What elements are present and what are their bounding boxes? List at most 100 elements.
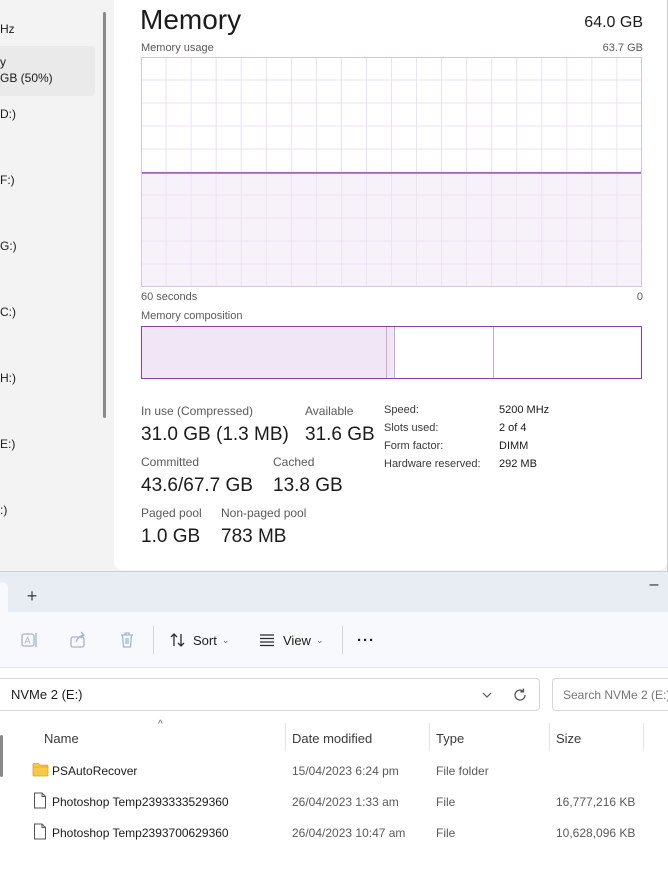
file-name: Photoshop Temp2393333529360 xyxy=(52,795,229,809)
form-factor-label: Form factor: xyxy=(384,440,444,452)
committed-value: 43.6/67.7 GB xyxy=(141,475,253,496)
task-manager-window: Hz y GB (50%) D:) F:) G:) C:) H:) E:) :)… xyxy=(0,0,668,572)
memory-usage-max: 63.7 GB xyxy=(602,42,643,54)
file-type: File xyxy=(436,826,456,840)
sidebar-item-label: G:) xyxy=(0,239,17,253)
paged-pool-value: 1.0 GB xyxy=(141,526,201,547)
composition-in-use xyxy=(142,327,387,378)
minimize-button[interactable]: – xyxy=(644,577,664,594)
sidebar-item-disk-e[interactable]: E:) xyxy=(0,437,95,451)
hardware-reserved-label: Hardware reserved: xyxy=(384,458,481,470)
tab-current[interactable] xyxy=(0,582,8,612)
sidebar-item-disk-g[interactable]: G:) xyxy=(0,239,95,253)
memory-usage-fill xyxy=(141,172,642,287)
address-bar[interactable]: NVMe 2 (E:) xyxy=(0,678,540,711)
more-options-button[interactable]: ··· xyxy=(357,630,375,650)
sidebar-item-label: H:) xyxy=(0,371,16,385)
axis-left-label: 60 seconds xyxy=(141,291,198,303)
sidebar-item-sublabel: GB (50%) xyxy=(0,71,53,85)
memory-usage-graph xyxy=(141,57,642,287)
sort-button[interactable]: Sort ⌄ xyxy=(169,630,229,650)
toolbar-separator xyxy=(153,626,154,654)
file-name: Photoshop Temp2393700629360 xyxy=(52,826,229,840)
nonpaged-pool-value: 783 MB xyxy=(221,526,287,547)
search-input[interactable] xyxy=(552,678,668,711)
performance-sidebar: Hz y GB (50%) D:) F:) G:) C:) H:) E:) :) xyxy=(0,0,100,570)
sidebar-item-disk-other[interactable]: :) xyxy=(0,503,95,517)
sidebar-item-disk-c[interactable]: C:) xyxy=(0,305,95,319)
cached-value: 13.8 GB xyxy=(273,475,343,496)
file-date: 15/04/2023 6:24 pm xyxy=(292,764,399,778)
file-name: PSAutoRecover xyxy=(52,764,138,778)
column-divider[interactable] xyxy=(429,723,430,751)
sidebar-item-disk-h[interactable]: H:) xyxy=(0,371,95,385)
address-text: NVMe 2 (E:) xyxy=(11,687,83,702)
in-use-label: In use (Compressed) xyxy=(141,404,254,418)
sidebar-item-label: :) xyxy=(0,503,8,517)
column-divider[interactable] xyxy=(285,723,286,751)
column-header-size[interactable]: Size xyxy=(556,731,581,746)
in-use-value: 31.0 GB (1.3 MB) xyxy=(141,424,289,445)
sidebar-scrollbar[interactable] xyxy=(103,12,106,418)
file-size: 16,777,216 KB xyxy=(556,795,636,809)
sort-icon xyxy=(170,633,185,647)
memory-usage-label: Memory usage xyxy=(141,42,214,54)
sidebar-item-cpu[interactable]: Hz xyxy=(0,22,95,36)
file-icon xyxy=(34,792,46,809)
view-button[interactable]: View ⌄ xyxy=(258,630,324,650)
sidebar-item-label: F:) xyxy=(0,173,15,187)
sidebar-item-label: D:) xyxy=(0,107,16,121)
memory-composition-label: Memory composition xyxy=(141,310,243,322)
hardware-reserved-value: 292 MB xyxy=(499,458,537,470)
column-header-type[interactable]: Type xyxy=(436,731,464,746)
sidebar-item-label: C:) xyxy=(0,305,16,319)
sidebar-item-disk-d[interactable]: D:) xyxy=(0,107,95,121)
nav-pane-scrollbar[interactable] xyxy=(0,735,3,777)
delete-icon[interactable] xyxy=(117,630,137,650)
chevron-down-icon: ⌄ xyxy=(315,634,324,645)
refresh-icon[interactable] xyxy=(512,687,528,703)
chevron-down-icon[interactable] xyxy=(481,689,493,701)
toolbar-separator xyxy=(342,626,343,654)
sidebar-item-memory[interactable]: y GB (50%) xyxy=(0,46,95,96)
memory-panel: Memory 64.0 GB Memory usage 63.7 GB 60 s… xyxy=(114,0,667,570)
file-icon xyxy=(34,823,46,840)
table-row[interactable]: Photoshop Temp2393333529360 26/04/2023 1… xyxy=(24,788,668,816)
available-label: Available xyxy=(305,404,354,418)
column-divider[interactable] xyxy=(549,723,550,751)
file-size: 10,628,096 KB xyxy=(556,826,636,840)
file-type: File folder xyxy=(436,764,489,778)
chevron-down-icon: ⌄ xyxy=(221,634,230,645)
axis-right-label: 0 xyxy=(636,291,643,303)
column-header-date[interactable]: Date modified xyxy=(292,731,372,746)
slots-value: 2 of 4 xyxy=(499,422,527,434)
file-date: 26/04/2023 1:33 am xyxy=(292,795,399,809)
composition-standby xyxy=(394,327,494,378)
new-tab-button[interactable]: + xyxy=(22,586,42,606)
command-bar: A Sort ⌄ View ⌄ ··· xyxy=(0,612,668,668)
committed-label: Committed xyxy=(141,455,200,469)
nonpaged-pool-label: Non-paged pool xyxy=(221,506,307,520)
table-row[interactable]: PSAutoRecover 15/04/2023 6:24 pm File fo… xyxy=(24,757,668,785)
sort-label: Sort xyxy=(193,632,217,648)
sidebar-item-label: Hz xyxy=(0,22,15,36)
column-header-name[interactable]: Name xyxy=(44,731,79,746)
share-icon[interactable] xyxy=(68,630,88,650)
available-value: 31.6 GB xyxy=(305,424,375,445)
sidebar-item-disk-f[interactable]: F:) xyxy=(0,173,95,187)
view-icon xyxy=(260,634,274,647)
sort-ascending-icon: ^ xyxy=(158,719,163,730)
sidebar-item-label: y xyxy=(0,55,6,69)
column-divider[interactable] xyxy=(643,723,644,751)
file-date: 26/04/2023 10:47 am xyxy=(292,826,406,840)
form-factor-value: DIMM xyxy=(499,440,529,452)
paged-pool-label: Paged pool xyxy=(141,506,202,520)
cached-label: Cached xyxy=(273,455,315,469)
svg-text:A: A xyxy=(25,636,31,646)
slots-label: Slots used: xyxy=(384,422,439,434)
tab-bar: + – xyxy=(0,574,668,612)
memory-composition-bar xyxy=(141,326,642,379)
table-row[interactable]: Photoshop Temp2393700629360 26/04/2023 1… xyxy=(24,819,668,847)
rename-icon[interactable]: A xyxy=(20,630,40,650)
speed-label: Speed: xyxy=(384,404,419,416)
